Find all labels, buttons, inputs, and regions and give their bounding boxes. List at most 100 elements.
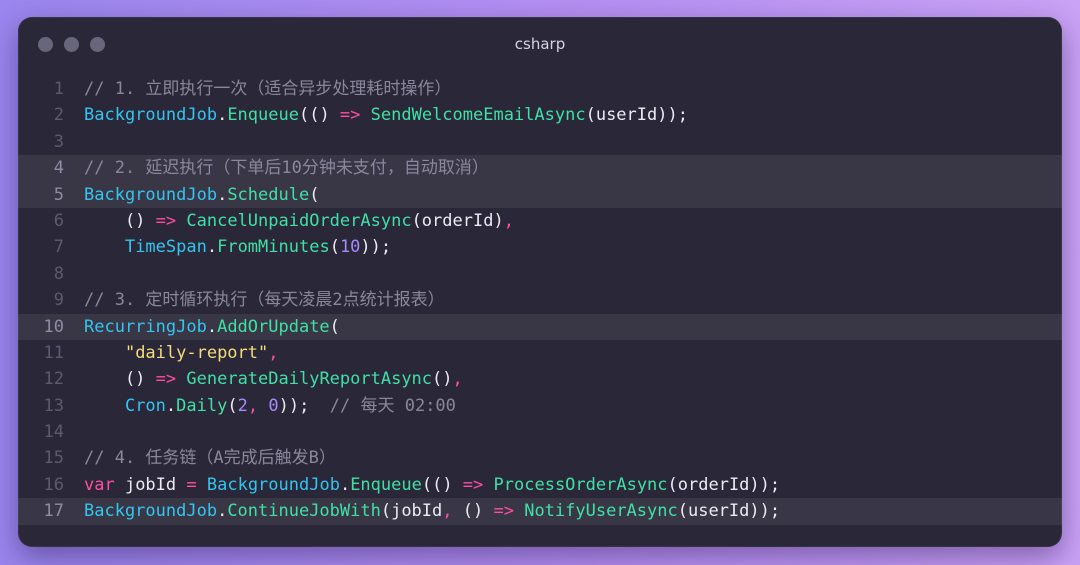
code-token: 0 (268, 395, 279, 416)
code-token: () (452, 501, 494, 522)
code-line: 13 Cron.Daily(2, 0)); // 每天 02:00 (18, 393, 1062, 419)
code-token: (orderId)); (667, 474, 781, 495)
code-token: , (442, 501, 453, 522)
code-token: CancelUnpaidOrderAsync (186, 210, 412, 231)
line-number: 17 (43, 501, 64, 522)
line-number: 4 (53, 158, 64, 179)
code-line: 17 BackgroundJob.ContinueJobWith(jobId, (… (18, 498, 1062, 525)
code-token: BackgroundJob (84, 184, 218, 205)
code-token: // 每天 02:00 (329, 395, 456, 416)
code-token: . (206, 237, 218, 258)
code-token: TimeSpan (124, 237, 207, 258)
code-token: (() (298, 105, 340, 126)
code-line: 7 TimeSpan.FromMinutes(10)); (18, 234, 1062, 260)
code-line: 4 // 2. 延迟执行（下单后10分钟未支付，自动取消） (18, 155, 1062, 182)
code-token: , (503, 210, 514, 231)
line-number: 7 (53, 237, 64, 258)
code-token: => (155, 369, 177, 390)
title-bar: csharp (18, 17, 1062, 73)
code-text: BackgroundJob.ContinueJobWith(jobId, () … (84, 498, 780, 524)
code-token: , (268, 342, 279, 363)
code-line: 9 // 3. 定时循环执行（每天凌晨2点统计报表） (18, 287, 1062, 313)
code-line: 6 () => CancelUnpaidOrderAsync(orderId), (18, 208, 1062, 234)
code-line: 1 // 1. 立即执行一次（适合异步处理耗时操作） (18, 76, 1062, 102)
code-token: FromMinutes (217, 237, 330, 258)
code-token: (userId)); (677, 501, 781, 522)
code-text: RecurringJob.AddOrUpdate( (84, 314, 340, 340)
code-text: "daily-report", (84, 340, 279, 366)
code-token: )); (360, 237, 392, 258)
code-line: 16 var jobId = BackgroundJob.Enqueue(() =… (18, 472, 1062, 498)
code-token: // 3. 定时循环执行（每天凌晨2点统计报表） (84, 290, 445, 311)
code-token: . (217, 105, 228, 126)
code-token: . (339, 474, 351, 495)
code-token: ( (329, 316, 340, 337)
code-token: = (186, 474, 197, 495)
code-text: // 3. 定时循环执行（每天凌晨2点统计报表） (84, 287, 445, 313)
code-token: . (206, 316, 218, 337)
code-text: BackgroundJob.Enqueue(() => SendWelcomeE… (84, 102, 688, 128)
code-line: 5 BackgroundJob.Schedule( (18, 181, 1062, 208)
code-token: SendWelcomeEmailAsync (370, 105, 586, 126)
code-token: (jobId (380, 501, 443, 522)
code-token: () (84, 210, 156, 231)
code-text: BackgroundJob.Schedule( (84, 182, 319, 208)
code-token: // 4. 任务链（A完成后触发B） (84, 448, 336, 469)
code-token: Cron (124, 395, 166, 416)
code-text: // 1. 立即执行一次（适合异步处理耗时操作） (84, 76, 451, 102)
code-token: => (493, 501, 514, 522)
line-number: 15 (43, 448, 64, 469)
code-token: (userId)); (585, 105, 688, 126)
code-token: BackgroundJob (84, 501, 218, 522)
code-window: csharp 1 // 1. 立即执行一次（适合异步处理耗时操作） 2 Backgro… (18, 17, 1062, 547)
code-token: ( (329, 237, 340, 258)
line-number: 16 (43, 474, 64, 495)
code-token: , (452, 369, 463, 390)
code-token: )); (278, 395, 330, 416)
line-number: 6 (53, 210, 64, 231)
code-line: 14 (18, 419, 1062, 445)
code-token: (() (421, 474, 463, 495)
code-token: ContinueJobWith (227, 501, 381, 522)
code-token: Schedule (227, 184, 310, 205)
code-token: ( (309, 184, 320, 205)
code-token: var (84, 474, 115, 495)
line-number: 8 (53, 263, 64, 284)
code-token: AddOrUpdate (217, 316, 330, 337)
code-token: . (217, 184, 228, 205)
code-text: // 4. 任务链（A完成后触发B） (84, 445, 336, 471)
code-token: // 2. 延迟执行（下单后10分钟未支付，自动取消） (84, 158, 489, 179)
code-token: , (247, 395, 259, 416)
code-token: GenerateDailyReportAsync (186, 369, 433, 390)
code-token: jobId (114, 474, 187, 495)
line-number: 1 (53, 79, 64, 99)
code-token: () (84, 369, 156, 390)
code-token: RecurringJob (84, 316, 207, 337)
code-line: 3 (18, 129, 1062, 155)
line-number: 14 (43, 422, 64, 443)
line-number: 3 (53, 131, 64, 152)
code-token: () (432, 369, 453, 390)
code-line: 12 () => GenerateDailyReportAsync(), (18, 366, 1062, 392)
code-token: 2 (237, 395, 248, 416)
code-line: 8 (18, 261, 1062, 287)
code-token: ProcessOrderAsync (493, 474, 668, 495)
code-text: TimeSpan.FromMinutes(10)); (84, 234, 391, 260)
code-text: () => CancelUnpaidOrderAsync(orderId), (84, 208, 514, 234)
line-number: 2 (53, 105, 64, 126)
code-token: BackgroundJob (206, 474, 340, 495)
line-number: 5 (53, 184, 64, 205)
code-token: . (217, 501, 228, 522)
line-number: 9 (53, 290, 64, 311)
window-title: csharp (514, 35, 566, 53)
